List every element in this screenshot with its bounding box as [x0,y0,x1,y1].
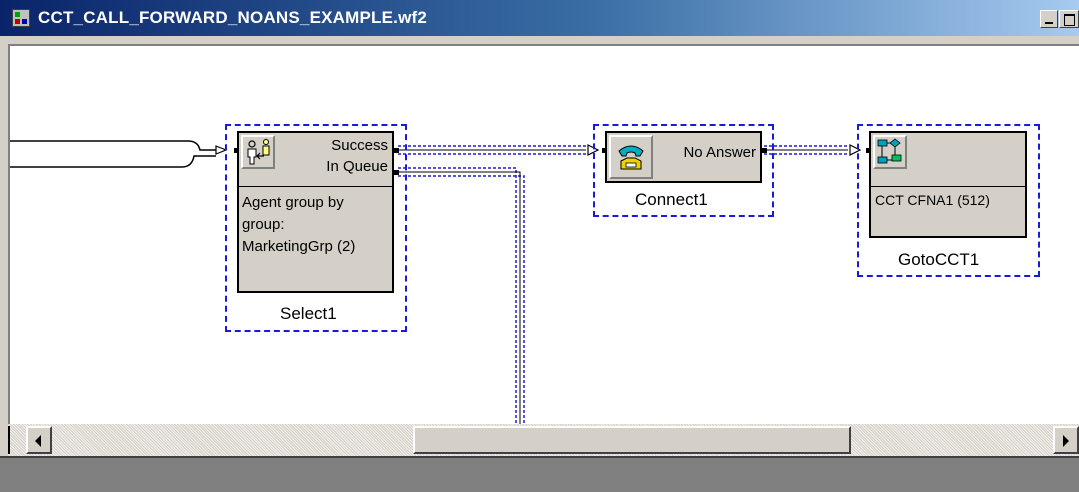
gotocct1-description: CCT CFNA1 (512) [875,192,990,208]
connect1-name: Connect1 [635,190,708,209]
minimize-icon[interactable] [1040,10,1058,28]
scroll-right-arrow-icon[interactable] [1053,426,1079,454]
gotocct1-name: GotoCCT1 [898,250,980,269]
no-answer-output-label: No Answer [683,144,756,161]
select1-line-2: group: [242,216,285,233]
success-output-label: Success [331,137,388,154]
in-queue-connection [398,167,525,424]
incoming-connection [10,140,224,168]
select1-name: Select1 [280,304,337,323]
in-queue-output-port[interactable] [394,170,399,175]
gotocct1-input-port[interactable] [866,148,871,153]
window-title: CCT_CALL_FORWARD_NOANS_EXAMPLE.wf2 [38,8,428,27]
workflow-canvas[interactable]: Success In Queue Agent group by group: M… [10,46,1079,424]
scroll-left-arrow-icon[interactable] [26,426,52,454]
horizontal-scrollbar[interactable] [8,424,1079,456]
title-bar[interactable]: CCT_CALL_FORWARD_NOANS_EXAMPLE.wf2 [0,0,1079,36]
in-queue-output-label: In Queue [326,158,388,175]
scrollbar-thumb[interactable] [413,426,851,454]
status-bar [0,456,1079,492]
select1-line-3: MarketingGrp (2) [242,238,356,255]
gotocct1-node[interactable]: CCT CFNA1 (512) [869,131,1027,238]
success-output-port[interactable] [394,148,399,153]
select1-description: Agent group by group: MarketingGrp (2) [242,192,355,258]
goto-cct-icon [873,135,907,169]
agent-select-icon [241,135,275,169]
connect1-input-port[interactable] [602,148,607,153]
no-answer-output-port[interactable] [762,148,767,153]
scrollbar-left-edge [8,426,16,454]
connect1-node[interactable]: No Answer [605,131,762,183]
workflow-window: CCT_CALL_FORWARD_NOANS_EXAMPLE.wf2 Succe… [0,0,1079,456]
select1-line-1: Agent group by [242,194,344,211]
select1-input-port[interactable] [234,148,239,153]
telephone-connect-icon [609,135,653,179]
workflow-app-icon [12,9,30,27]
select1-node[interactable]: Success In Queue Agent group by group: M… [237,131,394,293]
maximize-icon[interactable] [1059,10,1079,28]
